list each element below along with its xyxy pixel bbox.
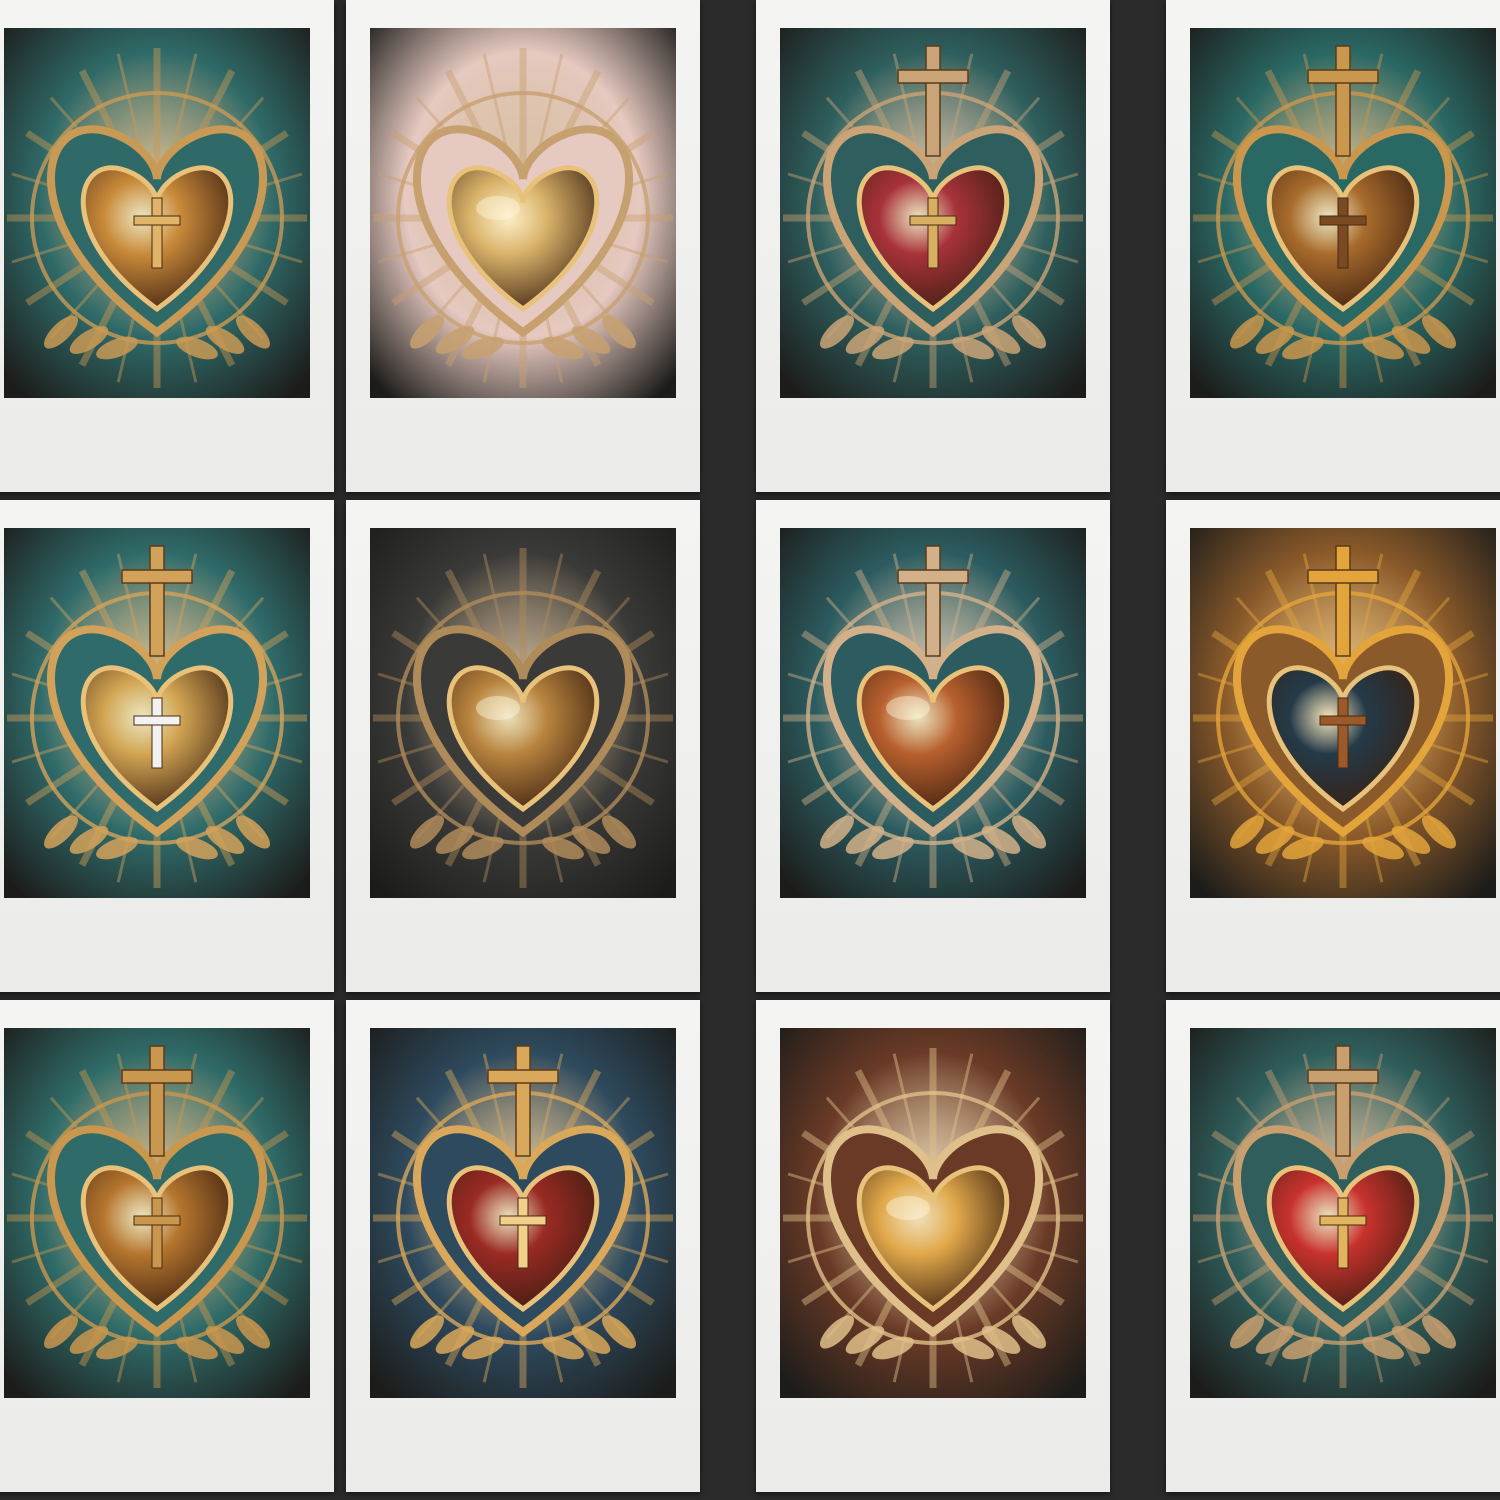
- photo-card[interactable]: [1166, 500, 1500, 992]
- card-artwork: [4, 1028, 310, 1398]
- card-artwork: [370, 528, 676, 898]
- card-artwork: [4, 28, 310, 398]
- heart-highlight: [476, 196, 520, 220]
- heart-highlight: [476, 696, 520, 720]
- card-artwork: [370, 28, 676, 398]
- photo-card[interactable]: [346, 0, 700, 492]
- photo-card[interactable]: [1166, 1000, 1500, 1492]
- photo-grid: [0, 0, 1500, 1500]
- card-artwork: [780, 528, 1086, 898]
- photo-card[interactable]: [756, 0, 1110, 492]
- photo-card[interactable]: [346, 1000, 700, 1492]
- photo-card[interactable]: [756, 1000, 1110, 1492]
- photo-card[interactable]: [346, 500, 700, 992]
- card-artwork: [780, 1028, 1086, 1398]
- card-artwork: [780, 28, 1086, 398]
- photo-card[interactable]: [0, 0, 334, 492]
- photo-card[interactable]: [0, 500, 334, 992]
- card-artwork: [4, 528, 310, 898]
- heart-highlight: [886, 696, 930, 720]
- heart-highlight: [886, 1196, 930, 1220]
- photo-card[interactable]: [1166, 0, 1500, 492]
- photo-card[interactable]: [756, 500, 1110, 992]
- card-artwork: [370, 1028, 676, 1398]
- card-artwork: [1190, 528, 1496, 898]
- card-artwork: [1190, 1028, 1496, 1398]
- card-artwork: [1190, 28, 1496, 398]
- photo-card[interactable]: [0, 1000, 334, 1492]
